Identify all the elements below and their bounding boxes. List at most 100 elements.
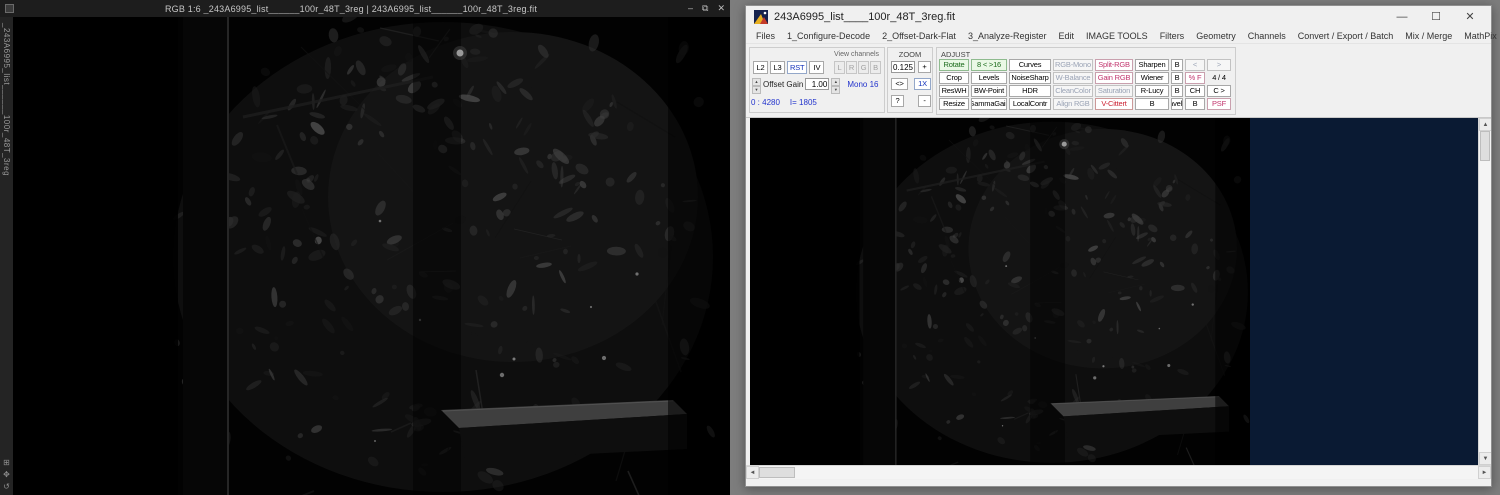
channel-button-g[interactable]: G [858, 61, 869, 74]
menu-item-image-tools[interactable]: IMAGE TOOLS [1080, 31, 1154, 41]
spin-down-icon[interactable]: ▼ [831, 86, 841, 94]
adjust-b[interactable]: B [1185, 98, 1205, 110]
adjust-v-cittert[interactable]: V-Cittert [1095, 98, 1133, 110]
adjust-b[interactable]: B [1171, 85, 1183, 97]
restore-button[interactable]: ⧉ [702, 3, 708, 14]
hscroll-thumb[interactable] [759, 467, 795, 478]
menu-item-mathpix[interactable]: MathPix [1458, 31, 1500, 41]
spin-up-icon[interactable]: ▲ [752, 78, 761, 86]
adjust-sharpen[interactable]: Sharpen [1135, 59, 1169, 71]
zoom-help-button[interactable]: ? [891, 95, 904, 107]
adjust-crop[interactable]: Crop [939, 72, 969, 84]
vscroll-thumb[interactable] [1480, 131, 1490, 161]
adjust-curves[interactable]: Curves [1009, 59, 1051, 71]
mono-mode-label: Mono 16 [847, 79, 879, 89]
zoom-fit-button[interactable]: <> [891, 78, 908, 90]
channel-button-b[interactable]: B [870, 61, 881, 74]
menu-item-geometry[interactable]: Geometry [1190, 31, 1242, 41]
spin-down-icon[interactable]: ▼ [752, 86, 761, 94]
adjust-group: ADJUST Rotate 8 < >16 Curves RGB-Mono Split-… [936, 47, 1236, 115]
adjust-b[interactable]: < [1185, 59, 1205, 71]
scroll-left-button[interactable]: ◄ [746, 466, 759, 479]
gain-input[interactable] [805, 78, 830, 90]
adjust-resize[interactable]: Resize [939, 98, 969, 110]
zoom-1x-button[interactable]: 1X [914, 78, 931, 90]
offset-gain-label: Offset Gain [763, 79, 804, 89]
channel-button-l[interactable]: L [834, 61, 845, 74]
sidebar-icon[interactable]: ↺ [3, 482, 10, 491]
maximize-button[interactable]: ☐ [1419, 7, 1453, 27]
adjust-hdr[interactable]: HDR [1009, 85, 1051, 97]
zoom-out-button[interactable]: - [918, 95, 931, 107]
scroll-right-button[interactable]: ► [1478, 466, 1491, 479]
adjust-b[interactable]: B [1171, 59, 1183, 71]
adjust-w-balance[interactable]: W-Balance [1053, 72, 1093, 84]
zoom-in-button[interactable]: + [918, 61, 931, 73]
channel-button-r[interactable]: R [846, 61, 857, 74]
adjust-cleancolor[interactable]: CleanColor [1053, 85, 1093, 97]
menu-item-2-offset-dark-flat[interactable]: 2_Offset-Dark-Flat [876, 31, 962, 41]
menu-item-convert-export-batch[interactable]: Convert / Export / Batch [1292, 31, 1400, 41]
adjust-bw-point[interactable]: BW-Point [971, 85, 1007, 97]
adjust-reswh[interactable]: ResWH [939, 85, 969, 97]
scroll-up-button[interactable]: ▲ [1479, 118, 1491, 131]
menu-item-edit[interactable]: Edit [1052, 31, 1080, 41]
adjust-split-rgb[interactable]: Split-RGB [1095, 59, 1133, 71]
menu-item-mix-merge[interactable]: Mix / Merge [1399, 31, 1458, 41]
adjust-8-16[interactable]: 8 < >16 [971, 59, 1007, 71]
adjust-rgb-mono[interactable]: RGB-Mono [1053, 59, 1093, 71]
filename-tab[interactable]: _243A6995_list______100r_48T_3reg ⊞ ✥ ↺ [0, 17, 13, 495]
adjust-f[interactable]: % F [1185, 72, 1205, 84]
button-l3[interactable]: L3 [770, 61, 785, 74]
button-iv[interactable]: IV [809, 61, 825, 74]
button-l2[interactable]: L2 [753, 61, 768, 74]
mode-buttons: L2 L3 RST IV [753, 61, 825, 74]
editor-titlebar[interactable]: 243A6995_list____100r_48T_3reg.fit — ☐ ✕ [746, 6, 1491, 28]
adjust-wavelets[interactable]: Wavelets [1171, 98, 1183, 110]
menu-item-3-analyze-register[interactable]: 3_Analyze-Register [962, 31, 1053, 41]
adjust-ch[interactable]: CH [1185, 85, 1205, 97]
sidebar-icon[interactable]: ⊞ [3, 458, 10, 467]
night-foliage-image [13, 17, 730, 495]
adjust-levels[interactable]: Levels [971, 72, 1007, 84]
adjust-c[interactable]: C > [1207, 85, 1231, 97]
minimize-button[interactable]: – [688, 3, 693, 14]
pixel-range-label: 0 : 4280 [751, 98, 780, 107]
menu-item-1-configure-decode[interactable]: 1_Configure-Decode [781, 31, 876, 41]
close-button[interactable]: ✕ [1453, 7, 1487, 27]
viewer-canvas[interactable] [13, 17, 730, 495]
vertical-scrollbar[interactable]: ▲ ▼ [1478, 118, 1491, 465]
menu-item-filters[interactable]: Filters [1154, 31, 1191, 41]
spin-up-icon[interactable]: ▲ [831, 78, 841, 86]
viewer-window: RGB 1:6 _243A6995_list______100r_48T_3re… [0, 0, 730, 495]
empty-canvas-panel[interactable] [1250, 118, 1478, 465]
gain-spinner[interactable]: ▲ ▼ [831, 78, 841, 94]
offset-spinner[interactable]: ▲ ▼ [752, 78, 761, 94]
scroll-down-button[interactable]: ▼ [1479, 452, 1491, 465]
adjust-localcontr[interactable]: LocalContr [1009, 98, 1051, 110]
menu-item-files[interactable]: Files [750, 31, 781, 41]
adjust-rotate[interactable]: Rotate [939, 59, 969, 71]
window-title: 243A6995_list____100r_48T_3reg.fit [774, 11, 956, 23]
editor-canvas[interactable] [750, 118, 1250, 465]
button-rst[interactable]: RST [787, 61, 808, 74]
adjust-b[interactable]: > [1207, 59, 1231, 71]
adjust-b[interactable]: B [1135, 98, 1169, 110]
minimize-button[interactable]: — [1385, 7, 1419, 27]
close-button[interactable]: ✕ [717, 3, 725, 14]
adjust-saturation[interactable]: Saturation [1095, 85, 1133, 97]
adjust-align-rgb[interactable]: Align RGB [1053, 98, 1093, 110]
channel-buttons: LRGB [834, 61, 881, 74]
adjust-b[interactable]: B [1171, 72, 1183, 84]
toolbar: View channels L2 L3 RST IV LRGB ▲ ▼ Offset G… [746, 44, 1491, 118]
sidebar-icon[interactable]: ✥ [3, 470, 10, 479]
adjust-gain-rgb[interactable]: Gain RGB [1095, 72, 1133, 84]
adjust-psf[interactable]: PSF [1207, 98, 1231, 110]
menu-item-channels[interactable]: Channels [1242, 31, 1292, 41]
viewer-titlebar[interactable]: RGB 1:6 _243A6995_list______100r_48T_3re… [0, 0, 730, 17]
adjust-noisesharp[interactable]: NoiseSharp [1009, 72, 1051, 84]
adjust-gammagain[interactable]: GammaGain [971, 98, 1007, 110]
adjust-r-lucy[interactable]: R-Lucy [1135, 85, 1169, 97]
horizontal-scrollbar[interactable]: ◄ ► [746, 465, 1491, 479]
adjust-wiener[interactable]: Wiener [1135, 72, 1169, 84]
